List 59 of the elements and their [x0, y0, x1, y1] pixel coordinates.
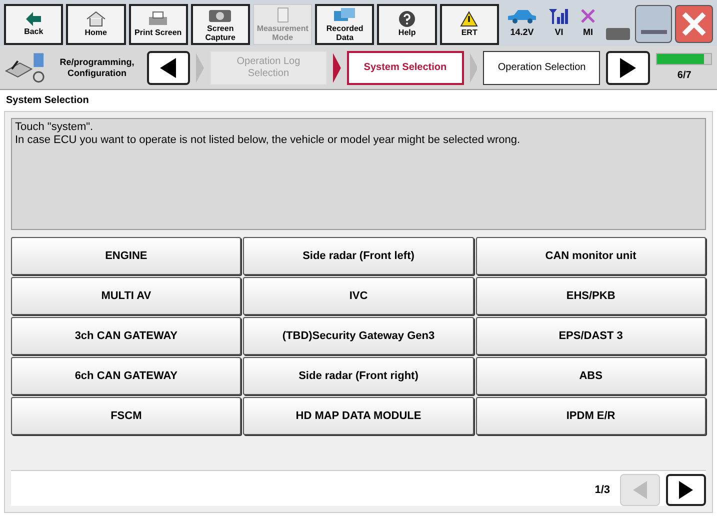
cross-icon [580, 8, 596, 24]
next-page-button[interactable] [666, 474, 706, 506]
step-arrow-icon [196, 52, 204, 82]
mode-label: Re/programming, Configuration [58, 56, 136, 78]
toolbar-button[interactable]: ERT [440, 4, 499, 44]
system-button[interactable]: CAN monitor unit [476, 237, 706, 275]
close-icon [681, 11, 708, 37]
toolbar-button[interactable]: Recorded Data [315, 4, 374, 44]
car-icon [506, 8, 538, 24]
close-button[interactable] [675, 5, 713, 43]
status-label: MI [582, 26, 593, 40]
left-triangle-icon [160, 58, 176, 78]
toolbar-button[interactable]: Screen Capture [190, 4, 250, 44]
system-button[interactable]: 6ch CAN GATEWAY [11, 357, 242, 395]
printer-icon [147, 11, 170, 27]
help-icon [399, 11, 416, 27]
status-label: VI [554, 26, 564, 40]
toolbar-button[interactable]: Help [377, 4, 437, 44]
right-triangle-icon [620, 58, 636, 78]
system-button[interactable]: MULTI AV [11, 277, 242, 315]
signal-icon [548, 8, 570, 24]
step-arrow-icon [332, 52, 341, 82]
minimize-button[interactable] [634, 5, 672, 43]
system-button[interactable]: IPDM E/R [476, 397, 706, 435]
toolbar-button[interactable]: Home [66, 4, 126, 44]
system-button[interactable]: ENGINE [11, 237, 242, 275]
message-text: In case ECU you want to operate is not listed below, the vehicle or model year might be selected wrong. [15, 134, 522, 147]
system-button[interactable]: EHS/PKB [476, 277, 706, 315]
progress-label: 6/7 [677, 68, 692, 82]
system-button[interactable]: EPS/DAST 3 [476, 317, 706, 355]
meter-icon [276, 6, 290, 22]
message-text: Touch "system". [15, 121, 94, 134]
system-button[interactable]: (TBD)Security Gateway Gen3 [243, 317, 474, 355]
battery-icon [606, 28, 632, 40]
toolbar-button[interactable]: Print Screen [128, 4, 188, 44]
toolbar-button[interactable]: Back [4, 4, 64, 44]
right-triangle-icon [679, 481, 693, 499]
previous-step-button[interactable] [146, 50, 190, 84]
system-button[interactable]: 3ch CAN GATEWAY [11, 317, 242, 355]
page-counter: 1/3 [594, 482, 610, 498]
breadcrumb-step: Operation Selection [483, 50, 600, 84]
warning-icon [460, 11, 478, 27]
step-arrow-icon [470, 52, 478, 82]
next-step-button[interactable] [606, 50, 650, 84]
system-button[interactable]: ABS [476, 357, 706, 395]
status-label: 14.2V [510, 26, 534, 40]
folders-icon [332, 6, 357, 22]
system-button[interactable]: HD MAP DATA MODULE [243, 397, 474, 435]
house-icon [86, 11, 106, 27]
system-button[interactable]: FSCM [11, 397, 242, 435]
left-triangle-icon [633, 481, 647, 499]
system-button[interactable]: Side radar (Front right) [243, 357, 474, 395]
back-arrow-icon [26, 12, 42, 26]
system-button[interactable]: Side radar (Front left) [243, 237, 474, 275]
page-title: System Selection [5, 94, 90, 108]
breadcrumb-step: Operation Log Selection [210, 50, 327, 84]
reprogramming-icon [4, 50, 48, 84]
system-button[interactable]: IVC [243, 277, 474, 315]
breadcrumb-step: System Selection [346, 50, 464, 84]
